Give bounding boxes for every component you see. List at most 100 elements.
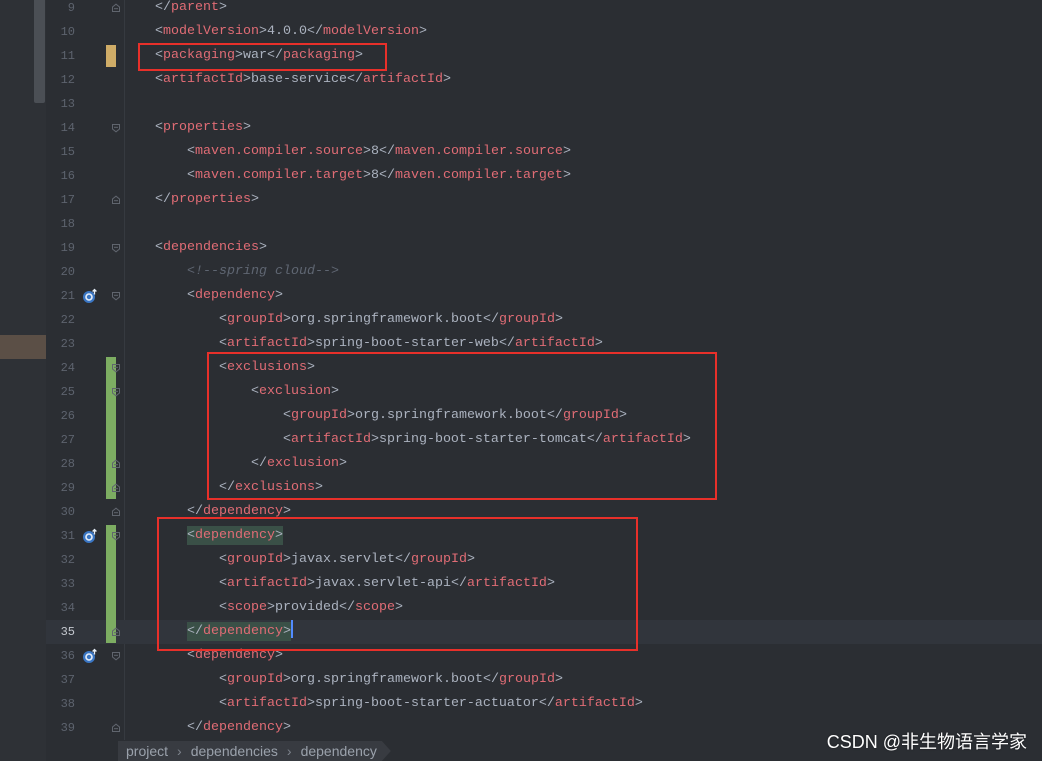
code-line[interactable]: 29 </exclusions> — [0, 476, 1042, 500]
code-line[interactable]: 27 <artifactId>spring-boot-starter-tomca… — [0, 428, 1042, 452]
code-line-text[interactable]: <groupId>org.springframework.boot</group… — [123, 308, 563, 332]
code-line-text[interactable]: <packaging>war</packaging> — [123, 44, 363, 68]
code-line[interactable]: 22 <groupId>org.springframework.boot</gr… — [0, 308, 1042, 332]
tag-bracket: </ — [155, 192, 171, 207]
code-line-text[interactable]: <dependency> — [123, 284, 283, 308]
code-line[interactable]: 34 <scope>provided</scope> — [0, 596, 1042, 620]
added-line-marker[interactable] — [106, 572, 116, 596]
code-line[interactable]: 25 <exclusion> — [0, 380, 1042, 404]
code-line-text[interactable]: <groupId>javax.servlet</groupId> — [123, 548, 475, 572]
fold-start-icon[interactable] — [111, 651, 121, 661]
code-line-text[interactable]: <dependencies> — [123, 236, 267, 260]
fold-end-icon[interactable] — [111, 507, 121, 517]
code-line[interactable]: 16 <maven.compiler.target>8</maven.compi… — [0, 164, 1042, 188]
code-line-text[interactable]: <modelVersion>4.0.0</modelVersion> — [123, 20, 427, 44]
code-line[interactable]: 11 <packaging>war</packaging> — [0, 44, 1042, 68]
code-line[interactable]: 17 </properties> — [0, 188, 1042, 212]
fold-end-icon[interactable] — [111, 459, 121, 469]
code-line-text[interactable]: <artifactId>spring-boot-starter-actuator… — [123, 692, 643, 716]
code-line-text[interactable]: </exclusion> — [123, 452, 347, 476]
fold-start-icon[interactable] — [111, 123, 121, 133]
code-line[interactable]: 12 <artifactId>base-service</artifactId> — [0, 68, 1042, 92]
code-line[interactable]: 31 <dependency> — [0, 524, 1042, 548]
code-editor[interactable]: 9 </parent> 10 <modelVersion>4.0.0</model… — [0, 0, 1042, 740]
code-line-text[interactable]: <artifactId>base-service</artifactId> — [123, 68, 451, 92]
added-line-marker[interactable] — [106, 428, 116, 452]
code-line[interactable]: 18 — [0, 212, 1042, 236]
added-line-marker[interactable] — [106, 596, 116, 620]
code-line-text[interactable]: <properties> — [123, 116, 251, 140]
fold-start-icon[interactable] — [111, 531, 121, 541]
tag-bracket: > — [306, 360, 315, 375]
code-line-text[interactable]: </parent> — [123, 0, 227, 20]
tag-name: artifactId — [362, 72, 443, 87]
fold-end-icon[interactable] — [111, 723, 121, 733]
code-line-text[interactable]: <groupId>org.springframework.boot</group… — [123, 404, 627, 428]
code-line-text[interactable]: <!--spring cloud--> — [123, 260, 339, 284]
fold-end-icon[interactable] — [111, 3, 121, 13]
maven-dependency-icon[interactable] — [82, 528, 98, 544]
code-line-text[interactable]: <maven.compiler.source>8</maven.compiler… — [123, 140, 571, 164]
modified-line-marker[interactable] — [106, 45, 116, 67]
code-line-text[interactable]: <dependency> — [123, 644, 283, 668]
fold-end-icon[interactable] — [111, 483, 121, 493]
scrollbar-thumb[interactable] — [34, 0, 45, 103]
text-caret — [290, 620, 293, 638]
maven-dependency-icon[interactable] — [82, 648, 98, 664]
code-line-text[interactable]: </dependency> — [123, 500, 291, 524]
code-line[interactable]: 33 <artifactId>javax.servlet-api</artifa… — [0, 572, 1042, 596]
code-line-text[interactable]: <exclusions> — [123, 356, 315, 380]
code-line[interactable]: 37 <groupId>org.springframework.boot</gr… — [0, 668, 1042, 692]
code-line-text[interactable]: <artifactId>javax.servlet-api</artifactI… — [123, 572, 555, 596]
code-line[interactable]: 10 <modelVersion>4.0.0</modelVersion> — [0, 20, 1042, 44]
code-line-text[interactable]: </properties> — [123, 188, 259, 212]
code-line[interactable]: 21 <dependency> — [0, 284, 1042, 308]
code-line[interactable]: 28 </exclusion> — [0, 452, 1042, 476]
code-line-text[interactable]: <dependency> — [123, 524, 283, 548]
code-line[interactable]: 26 <groupId>org.springframework.boot</gr… — [0, 404, 1042, 428]
code-line-text[interactable]: <maven.compiler.target>8</maven.compiler… — [123, 164, 571, 188]
code-line-text[interactable]: <artifactId>spring-boot-starter-web</art… — [123, 332, 603, 356]
code-line[interactable]: 32 <groupId>javax.servlet</groupId> — [0, 548, 1042, 572]
code-line[interactable]: 19 <dependencies> — [0, 236, 1042, 260]
code-line[interactable]: 20 <!--spring cloud--> — [0, 260, 1042, 284]
code-line[interactable]: 23 <artifactId>spring-boot-starter-web</… — [0, 332, 1042, 356]
code-line-text[interactable]: <groupId>org.springframework.boot</group… — [123, 668, 563, 692]
code-line[interactable]: 36 <dependency> — [0, 644, 1042, 668]
fold-start-icon[interactable] — [111, 291, 121, 301]
fold-start-icon[interactable] — [111, 243, 121, 253]
code-line-text[interactable]: <scope>provided</scope> — [123, 596, 403, 620]
tag-bracket: > — [274, 288, 283, 303]
code-line[interactable]: 13 — [0, 92, 1042, 116]
watermark: CSDN @非生物语言学家 — [826, 732, 1027, 752]
tag-bracket: > — [282, 672, 291, 687]
fold-end-icon[interactable] — [111, 195, 121, 205]
code-line-text[interactable]: </dependency> — [123, 716, 291, 740]
added-line-marker[interactable] — [106, 404, 116, 428]
breadcrumb-item-dependencies[interactable]: dependencies — [191, 743, 278, 759]
tag-name: modelVersion — [322, 24, 419, 39]
code-line[interactable]: 14 <properties> — [0, 116, 1042, 140]
code-line[interactable]: 38 <artifactId>spring-boot-starter-actua… — [0, 692, 1042, 716]
tag-bracket: < — [282, 432, 291, 447]
breadcrumb-item-dependency[interactable]: dependency — [301, 743, 377, 759]
fold-end-icon[interactable] — [111, 627, 121, 637]
code-line-text[interactable]: <exclusion> — [123, 380, 339, 404]
added-line-marker[interactable] — [106, 548, 116, 572]
fold-start-icon[interactable] — [111, 363, 121, 373]
current-code-line[interactable]: 35 </dependency> — [0, 620, 1042, 644]
code-line[interactable]: 15 <maven.compiler.source>8</maven.compi… — [0, 140, 1042, 164]
code-line-text[interactable]: </exclusions> — [123, 476, 323, 500]
tool-window-strip — [0, 0, 46, 761]
code-line[interactable]: 30 </dependency> — [0, 500, 1042, 524]
maven-dependency-icon[interactable] — [82, 288, 98, 304]
fold-start-icon[interactable] — [111, 387, 121, 397]
tag-name: artifactId — [226, 696, 307, 711]
code-line-text[interactable]: <artifactId>spring-boot-starter-tomcat</… — [123, 428, 691, 452]
breadcrumb-item-project[interactable]: project — [126, 743, 168, 759]
code-line[interactable]: 9 </parent> — [0, 0, 1042, 20]
code-line[interactable]: 24 <exclusions> — [0, 356, 1042, 380]
code-line-text[interactable]: </dependency> — [123, 620, 293, 644]
